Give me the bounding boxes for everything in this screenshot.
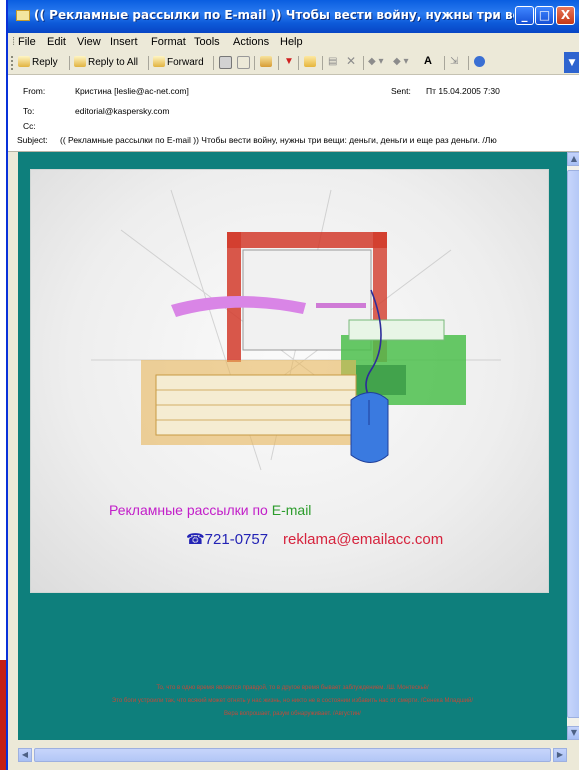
help-button[interactable]: [474, 56, 487, 68]
font-size-icon: A: [424, 55, 432, 67]
quote-line: То, что в одно время является правдой, т…: [156, 685, 429, 691]
next-button[interactable]: ◆ ▾: [393, 56, 409, 67]
move-icon: [260, 56, 272, 67]
menu-actions[interactable]: Actions: [233, 36, 269, 48]
previous-icon: ◆ ▾: [368, 56, 384, 67]
font-size-button[interactable]: A: [424, 55, 432, 67]
horizontal-scrollbar[interactable]: ◀ ▶: [18, 748, 567, 762]
forward-label: Forward: [167, 57, 204, 68]
toolbar-separator: [69, 56, 70, 70]
open-folder-button[interactable]: [304, 56, 318, 68]
open-folder-icon: [304, 56, 316, 67]
reply-all-label: Reply to All: [88, 57, 139, 68]
to-label: To:: [23, 106, 35, 116]
print-button[interactable]: [219, 56, 234, 70]
subject-value: (( Рекламные рассылки по E-mail )) Чтобы…: [60, 135, 497, 145]
toolbar-separator: [254, 56, 255, 70]
standard-toolbar: Reply Reply to All Forward ▼ ▤ ✕ ◆ ▾ ◆ ▾…: [8, 52, 579, 75]
menu-file[interactable]: File: [18, 36, 36, 48]
flag-icon: ▼: [284, 56, 294, 67]
previous-button[interactable]: ◆ ▾: [368, 56, 384, 67]
copy-icon: [237, 56, 250, 69]
print-icon: [219, 56, 232, 69]
reply-button[interactable]: Reply: [18, 56, 58, 68]
maximize-button[interactable]: □: [535, 6, 554, 25]
toolbar-overflow-chevron[interactable]: ▼: [564, 52, 579, 73]
flag-button[interactable]: ▼: [284, 56, 294, 67]
quote-line: Это боги устроили так, что всякий может …: [111, 698, 474, 704]
move-button[interactable]: [260, 56, 274, 68]
message-body: Рекламные рассылки по E-mail ☎721-0757 r…: [18, 152, 567, 740]
toolbar-separator: [278, 56, 279, 70]
delete-icon: ✕: [346, 54, 357, 68]
copy-button[interactable]: [237, 56, 252, 70]
reply-icon: [18, 56, 30, 67]
reply-all-button[interactable]: Reply to All: [74, 56, 138, 68]
ad-headline: Рекламные рассылки по E-mail: [109, 502, 311, 518]
menu-format[interactable]: Format: [151, 36, 186, 48]
toolbar-separator: [363, 56, 364, 70]
delete-button[interactable]: ✕: [346, 54, 356, 68]
translate-icon: ⇲: [450, 56, 459, 67]
forward-icon: [153, 56, 165, 67]
toolbar-separator: [444, 56, 445, 70]
translate-button[interactable]: ⇲: [450, 56, 458, 67]
scroll-left-button[interactable]: ◀: [18, 748, 32, 762]
sent-value: Пт 15.04.2005 7:30: [426, 86, 500, 96]
window-title: (( Рекламные рассылки по E-mail )) Чтобы…: [34, 8, 514, 22]
toolbar-separator: [322, 56, 323, 70]
menu-edit[interactable]: Edit: [47, 36, 66, 48]
from-value[interactable]: Кристина [leslie@ac-net.com]: [75, 86, 189, 96]
minimize-button[interactable]: _: [515, 6, 534, 25]
envelope-icon: [16, 10, 30, 21]
from-label: From:: [23, 86, 46, 96]
to-value[interactable]: editorial@kaspersky.com: [75, 106, 169, 116]
cc-label: Cc:: [23, 121, 36, 131]
fax-keypad: [356, 365, 406, 395]
ad-phone: ☎721-0757: [186, 531, 268, 548]
ad-headline-text: Рекламные рассылки по: [109, 502, 272, 518]
menu-insert[interactable]: Insert: [110, 36, 138, 48]
rules-button[interactable]: ▤: [328, 56, 337, 67]
toolbar-separator: [468, 56, 469, 70]
phone-cord: [316, 303, 366, 308]
help-icon: [474, 56, 485, 67]
fax-paper: [348, 319, 445, 341]
close-button[interactable]: X: [556, 6, 575, 25]
footer-quotes: То, что в одно время является правдой, т…: [18, 682, 567, 721]
keyboard-icon: [155, 374, 357, 436]
message-window: (( Рекламные рассылки по E-mail )) Чтобы…: [6, 0, 579, 770]
message-header: From: Кристина [leslie@ac-net.com] Sent:…: [8, 75, 579, 152]
scroll-down-button[interactable]: ▼: [567, 726, 579, 740]
reply-all-icon: [74, 56, 86, 67]
toolbar-separator: [213, 56, 214, 70]
scroll-up-button[interactable]: ▲: [567, 152, 579, 166]
forward-button[interactable]: Forward: [153, 56, 204, 68]
ad-banner[interactable]: Рекламные рассылки по E-mail ☎721-0757 r…: [30, 169, 549, 593]
subject-label: Subject:: [17, 135, 48, 145]
sent-label: Sent:: [391, 86, 411, 96]
rules-icon: ▤: [328, 56, 338, 67]
quote-line: Вера вопрошает, разум обнаруживает. /Авг…: [224, 711, 361, 717]
horizontal-scroll-thumb[interactable]: [34, 748, 551, 762]
vertical-scroll-thumb[interactable]: [567, 170, 579, 718]
menu-view[interactable]: View: [77, 36, 101, 48]
reply-label: Reply: [32, 57, 58, 68]
menu-help[interactable]: Help: [280, 36, 303, 48]
menu-grip: ⁞: [12, 36, 16, 48]
menu-bar: ⁞ File Edit View Insert Format Tools Act…: [8, 33, 579, 51]
next-icon: ◆ ▾: [393, 56, 409, 67]
menu-tools[interactable]: Tools: [194, 36, 220, 48]
scroll-right-button[interactable]: ▶: [553, 748, 567, 762]
title-bar[interactable]: (( Рекламные рассылки по E-mail )) Чтобы…: [8, 0, 579, 33]
toolbar-grip: [11, 56, 16, 70]
office-equipment-illustration: Рекламные рассылки по E-mail ☎721-0757 r…: [91, 189, 501, 548]
toolbar-separator: [298, 56, 299, 70]
ad-headline-email: E-mail: [272, 502, 312, 518]
monitor-frame: [227, 232, 387, 248]
toolbar-separator: [148, 56, 149, 70]
vertical-scrollbar[interactable]: ▲ ▼: [567, 152, 579, 740]
ad-email-link[interactable]: reklama@emailacc.com: [283, 531, 443, 548]
